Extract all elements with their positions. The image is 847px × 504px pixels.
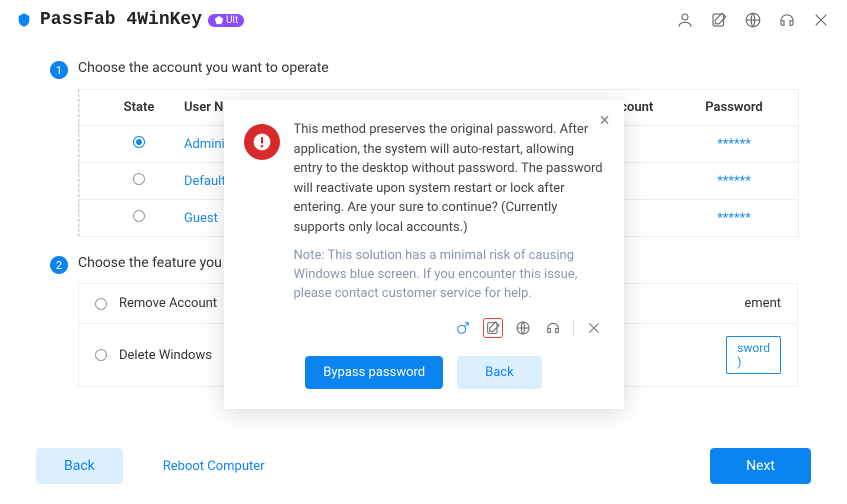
col-password: Password bbox=[684, 100, 784, 115]
pwd-cell: ****** bbox=[684, 137, 784, 152]
feature-label: Remove Account bbox=[119, 296, 217, 311]
app-logo-icon bbox=[16, 12, 32, 28]
male-icon[interactable] bbox=[453, 318, 473, 338]
back-button[interactable]: Back bbox=[36, 448, 123, 484]
col-state: State bbox=[94, 100, 184, 115]
feature-highlight-box: sword) bbox=[726, 336, 781, 374]
modal-note: Note: This solution has a minimal risk o… bbox=[294, 247, 604, 304]
bypass-password-button[interactable]: Bypass password bbox=[305, 356, 443, 389]
confirm-modal: × This method preserves the original pas… bbox=[224, 100, 624, 409]
modal-text: This method preserves the original passw… bbox=[294, 120, 604, 237]
headset-icon[interactable] bbox=[777, 10, 797, 30]
feature-radio[interactable] bbox=[95, 349, 107, 361]
modal-back-button[interactable]: Back bbox=[457, 356, 542, 389]
next-button[interactable]: Next bbox=[710, 448, 811, 484]
footer: Back Reboot Computer Next bbox=[36, 448, 811, 484]
globe-icon[interactable] bbox=[513, 318, 533, 338]
close-icon[interactable] bbox=[584, 318, 604, 338]
reboot-link[interactable]: Reboot Computer bbox=[163, 459, 265, 474]
step-1-header: 1 Choose the account you want to operate bbox=[50, 60, 797, 79]
pwd-cell: ****** bbox=[684, 211, 784, 226]
edition-badge: Ult bbox=[208, 14, 244, 27]
globe-icon[interactable] bbox=[743, 10, 763, 30]
close-icon[interactable] bbox=[811, 10, 831, 30]
row-radio[interactable] bbox=[133, 136, 145, 148]
modal-icon-row bbox=[294, 318, 604, 338]
step-label: Choose the feature you w bbox=[78, 255, 236, 271]
row-radio[interactable] bbox=[133, 210, 145, 222]
modal-close-icon[interactable]: × bbox=[600, 110, 610, 131]
edit-icon[interactable] bbox=[709, 10, 729, 30]
step-label: Choose the account you want to operate bbox=[78, 60, 329, 76]
app-title: PassFab 4WinKey bbox=[40, 10, 202, 30]
feature-radio[interactable] bbox=[95, 298, 107, 310]
user-icon[interactable] bbox=[675, 10, 695, 30]
headset-icon[interactable] bbox=[543, 318, 563, 338]
edit-icon[interactable] bbox=[483, 318, 503, 338]
row-radio[interactable] bbox=[133, 173, 145, 185]
feature-label: Delete Windows bbox=[119, 348, 212, 363]
step-badge: 1 bbox=[50, 61, 68, 79]
step-badge: 2 bbox=[50, 256, 68, 274]
titlebar: PassFab 4WinKey Ult bbox=[0, 0, 847, 40]
pwd-cell: ****** bbox=[684, 174, 784, 189]
warning-icon bbox=[244, 124, 280, 160]
